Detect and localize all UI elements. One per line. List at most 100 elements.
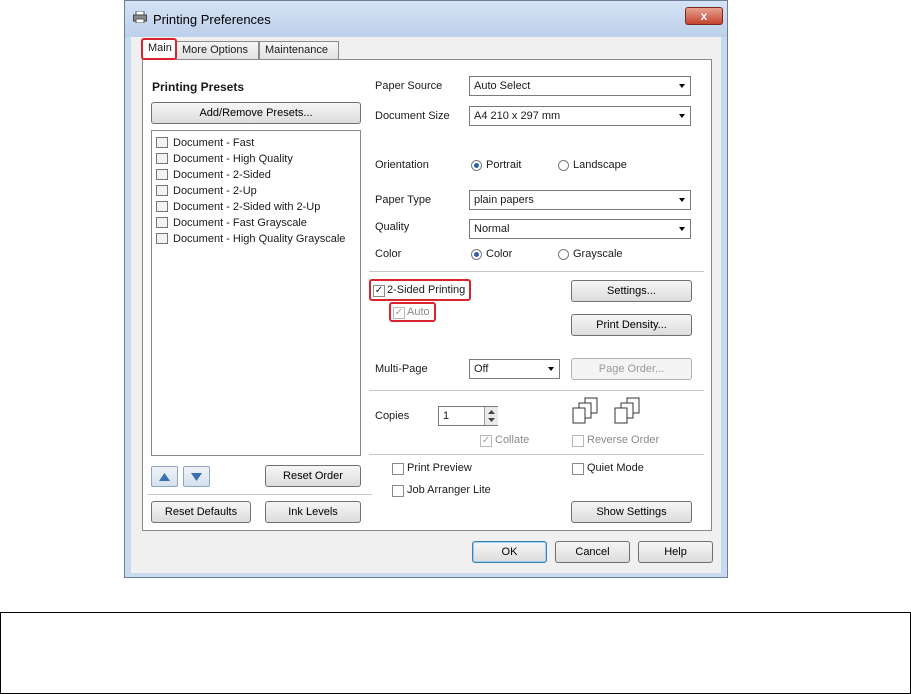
preset-icon	[156, 201, 168, 212]
print-preview-label: Print Preview	[407, 462, 472, 474]
paper-type-select[interactable]: plain papers	[469, 190, 691, 210]
preset-icon	[156, 233, 168, 244]
preset-label: Document - Fast	[173, 137, 255, 149]
main-tab-panel: Printing Presets Add/Remove Presets... D…	[142, 59, 712, 531]
job-arranger-label: Job Arranger Lite	[407, 484, 491, 496]
copies-value: 1	[443, 410, 450, 422]
preset-label: Document - 2-Sided with 2-Up	[173, 201, 321, 213]
collated-pages-icon	[572, 397, 598, 424]
paper-source-label: Paper Source	[375, 80, 443, 92]
printing-preferences-window: Printing Preferences x Main More Options…	[124, 0, 728, 578]
list-item[interactable]: Document - 2-Sided	[156, 167, 271, 183]
landscape-radio[interactable]	[558, 160, 569, 171]
cancel-button[interactable]: Cancel	[555, 541, 630, 563]
tab-more-options[interactable]: More Options	[176, 41, 259, 59]
list-item[interactable]: Document - 2-Up	[156, 183, 257, 199]
divider	[369, 390, 704, 391]
close-button[interactable]: x	[685, 7, 723, 25]
preset-label: Document - 2-Sided	[173, 169, 271, 181]
preset-icon	[156, 217, 168, 228]
collated-pages-icon	[614, 397, 640, 424]
list-item[interactable]: Document - High Quality Grayscale	[156, 231, 345, 247]
document-size-value: A4 210 x 297 mm	[474, 110, 561, 122]
move-down-button[interactable]	[183, 466, 210, 487]
portrait-radio[interactable]	[471, 160, 482, 171]
print-preview-checkbox[interactable]	[392, 463, 404, 475]
arrow-down-icon	[191, 473, 202, 481]
dialog-client: Main More Options Maintenance Printing P…	[131, 37, 721, 573]
printing-presets-heading: Printing Presets	[152, 80, 245, 94]
arrow-up-icon	[159, 473, 170, 481]
collate-label: Collate	[495, 434, 530, 446]
preset-icon	[156, 169, 168, 180]
tab-more-options-label: More Options	[182, 44, 249, 56]
orientation-label: Orientation	[375, 159, 429, 171]
document-size-select[interactable]: A4 210 x 297 mm	[469, 106, 691, 126]
preset-label: Document - High Quality	[173, 153, 293, 165]
multi-page-value: Off	[474, 363, 489, 375]
paper-type-label: Paper Type	[375, 194, 432, 206]
list-item[interactable]: Document - Fast Grayscale	[156, 215, 307, 231]
reset-defaults-button[interactable]: Reset Defaults	[151, 501, 251, 523]
chevron-down-icon	[679, 84, 685, 88]
paper-type-value: plain papers	[474, 194, 534, 206]
color-label: Color	[375, 248, 402, 260]
copies-label: Copies	[375, 410, 410, 422]
settings-button[interactable]: Settings...	[571, 280, 692, 302]
document-size-label: Document Size	[375, 110, 450, 122]
chevron-down-icon	[679, 114, 685, 118]
list-item[interactable]: Document - High Quality	[156, 151, 293, 167]
chevron-down-icon	[679, 227, 685, 231]
quiet-mode-checkbox[interactable]	[572, 463, 584, 475]
tab-maintenance-label: Maintenance	[265, 44, 328, 56]
quality-select[interactable]: Normal	[469, 219, 691, 239]
multi-page-select[interactable]: Off	[469, 359, 560, 379]
paper-source-value: Auto Select	[474, 80, 531, 92]
paper-source-select[interactable]: Auto Select	[469, 76, 691, 96]
job-arranger-checkbox[interactable]	[392, 485, 404, 497]
tab-maintenance[interactable]: Maintenance	[259, 41, 339, 59]
list-item[interactable]: Document - 2-Sided with 2-Up	[156, 199, 320, 215]
copies-spinner[interactable]	[484, 407, 498, 425]
two-sided-highlight	[369, 279, 471, 301]
reverse-order-checkbox[interactable]	[572, 435, 584, 447]
preset-icon	[156, 153, 168, 164]
chevron-down-icon	[679, 198, 685, 202]
print-density-button[interactable]: Print Density...	[571, 314, 692, 336]
list-item[interactable]: Document - Fast	[156, 135, 254, 151]
color-option-label: Color	[486, 248, 513, 260]
add-remove-presets-button[interactable]: Add/Remove Presets...	[151, 102, 361, 124]
preset-label: Document - High Quality Grayscale	[173, 233, 346, 245]
preset-label: Document - 2-Up	[173, 185, 257, 197]
caption-box	[0, 612, 911, 694]
ink-levels-button[interactable]: Ink Levels	[265, 501, 361, 523]
quiet-mode-label: Quiet Mode	[587, 462, 644, 474]
grayscale-radio[interactable]	[558, 249, 569, 260]
printer-icon	[133, 11, 147, 23]
preset-label: Document - Fast Grayscale	[173, 217, 307, 229]
page-order-button[interactable]: Page Order...	[571, 358, 692, 380]
portrait-label: Portrait	[486, 159, 522, 171]
show-settings-button[interactable]: Show Settings	[571, 501, 692, 523]
multi-page-label: Multi-Page	[375, 363, 428, 375]
collate-checkbox[interactable]: ✓	[480, 435, 492, 447]
window-title: Printing Preferences	[153, 12, 271, 27]
ok-button[interactable]: OK	[472, 541, 547, 563]
presets-list[interactable]: Document - Fast Document - High Quality …	[151, 130, 361, 456]
reverse-order-label: Reverse Order	[587, 434, 660, 446]
reset-order-button[interactable]: Reset Order	[265, 465, 361, 487]
divider	[369, 454, 704, 455]
spinner-arrows-icon	[488, 410, 495, 422]
quality-label: Quality	[375, 221, 410, 233]
divider	[147, 494, 372, 495]
preset-icon	[156, 137, 168, 148]
divider	[369, 271, 704, 272]
close-icon: x	[700, 9, 708, 23]
main-tab-highlight	[141, 38, 177, 60]
help-button[interactable]: Help	[638, 541, 713, 563]
title-bar[interactable]: Printing Preferences x	[125, 1, 727, 37]
chevron-down-icon	[548, 367, 554, 371]
color-radio[interactable]	[471, 249, 482, 260]
move-up-button[interactable]	[151, 466, 178, 487]
quality-value: Normal	[474, 223, 510, 235]
